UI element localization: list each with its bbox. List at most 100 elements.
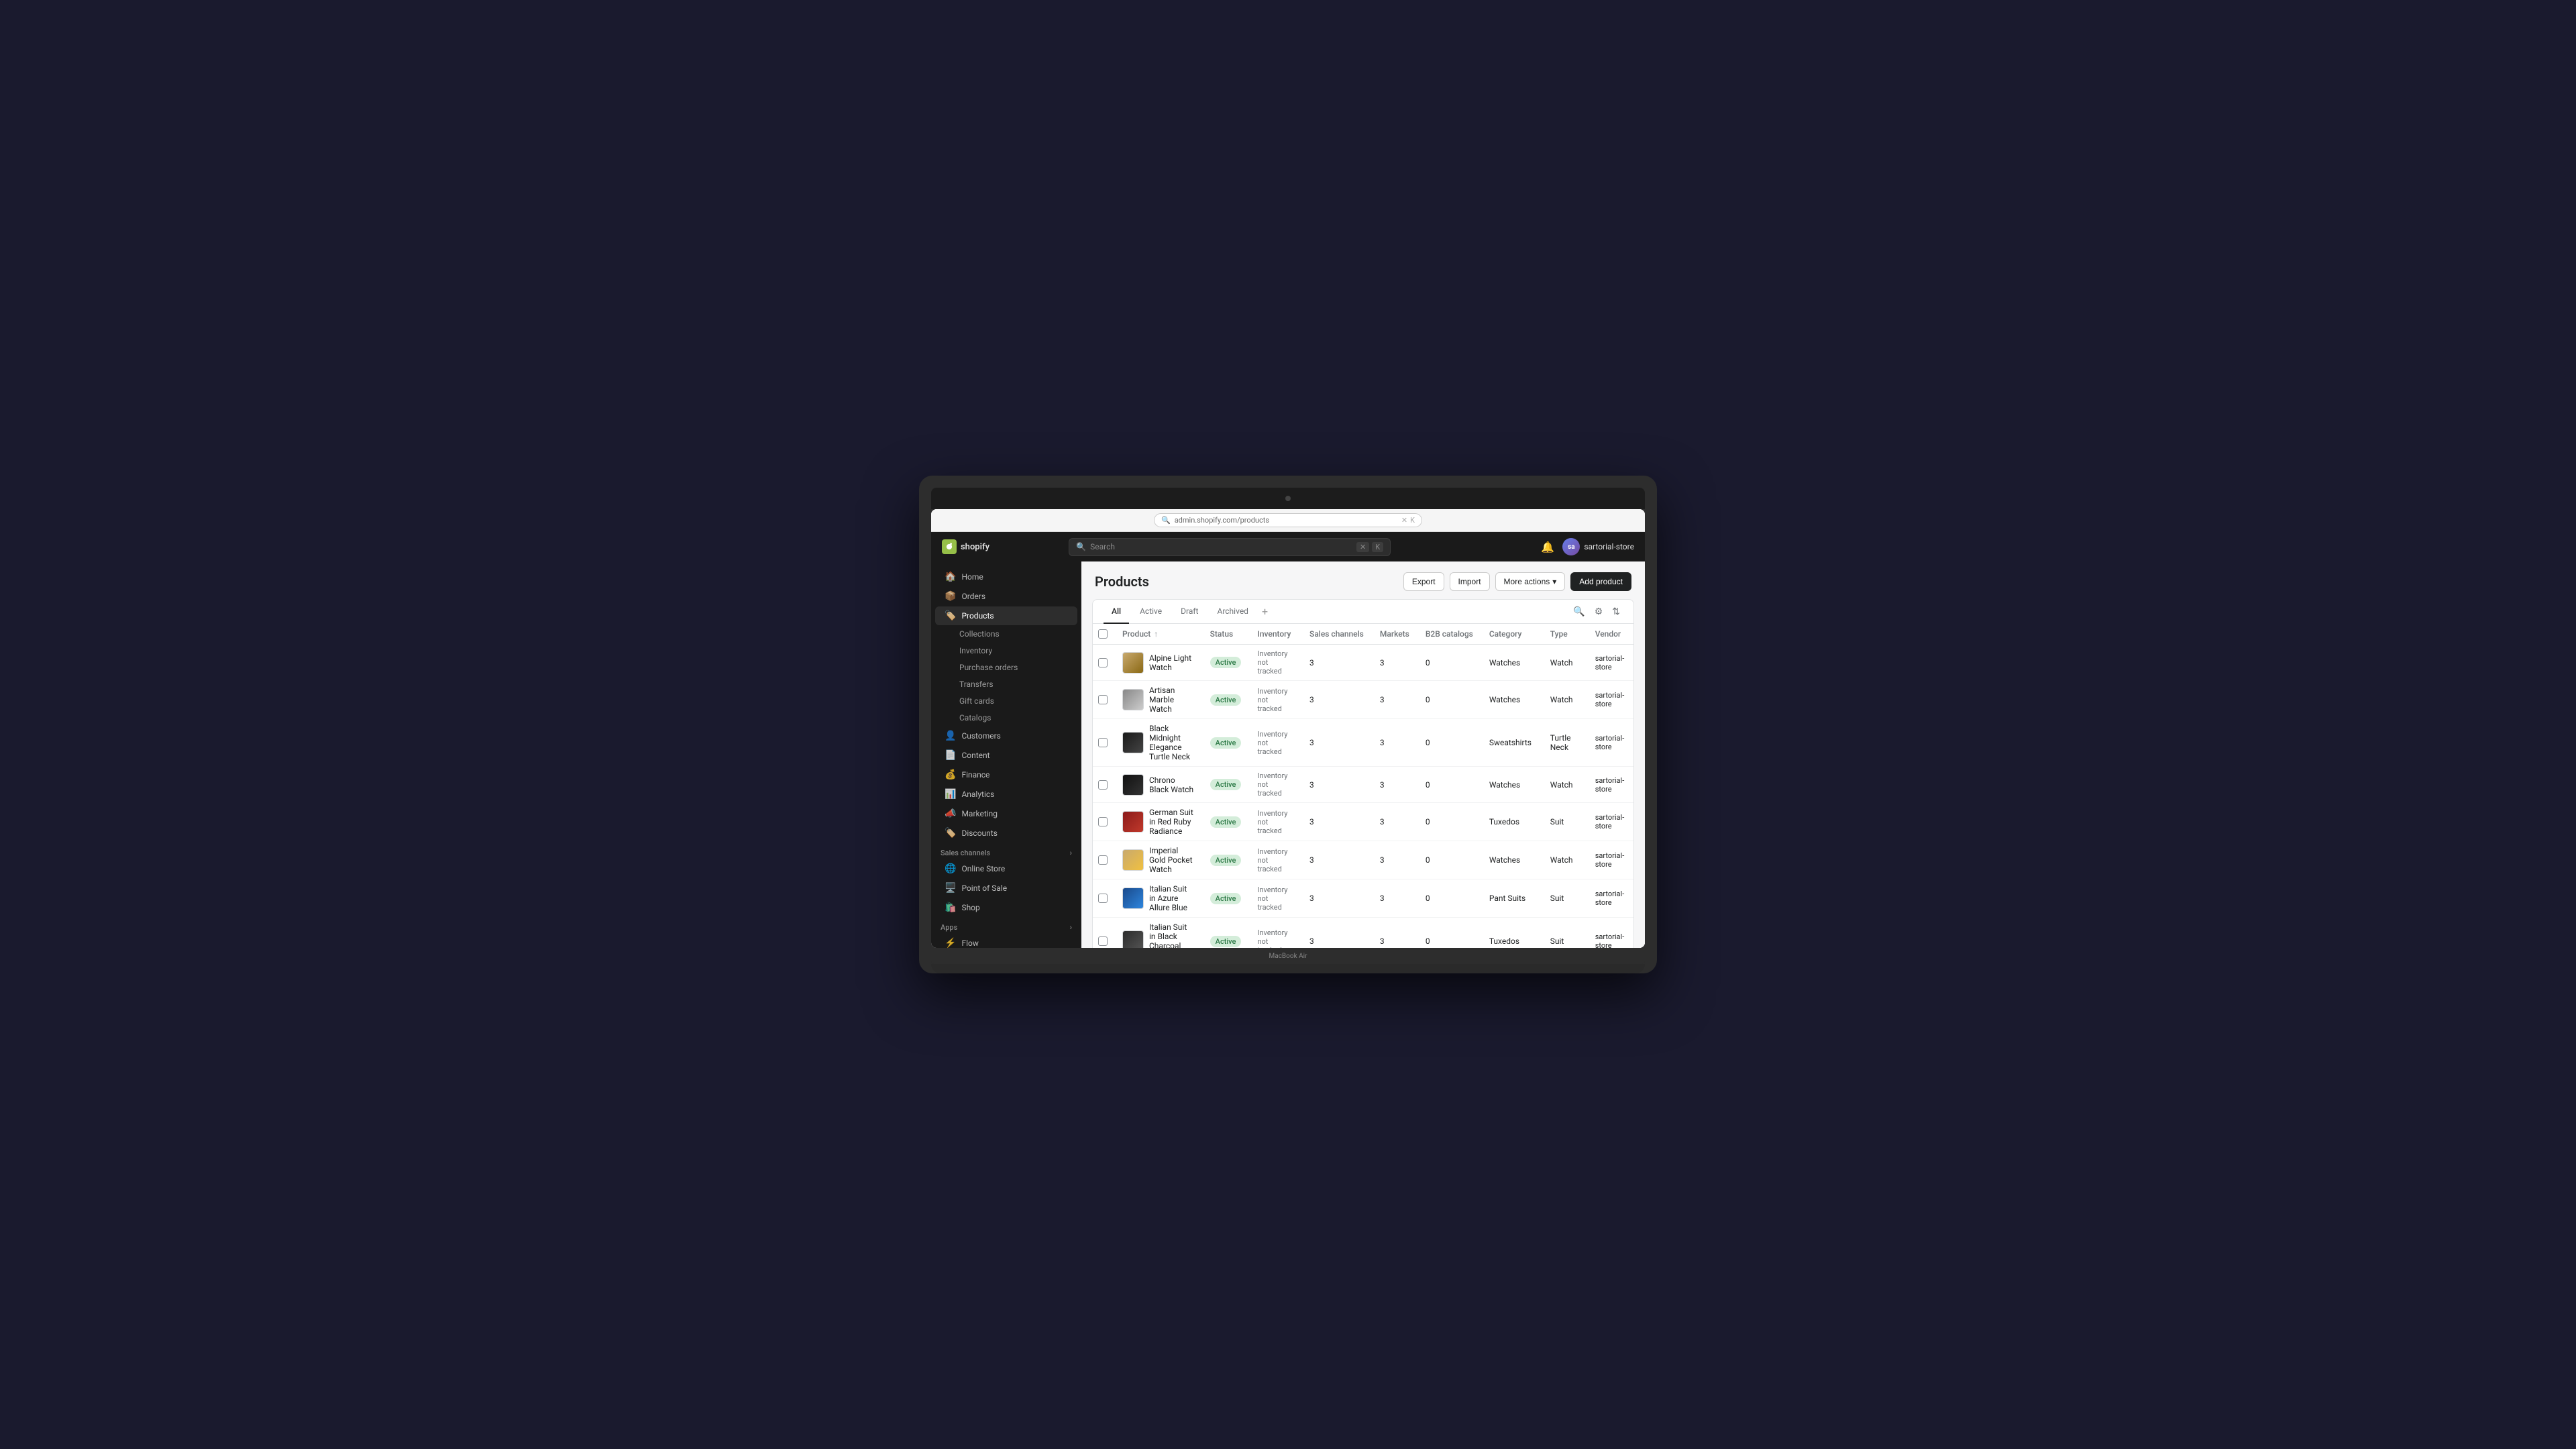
clear-search-icon[interactable]: ✕ [1356,542,1369,552]
select-all-checkbox[interactable] [1098,629,1108,639]
status-cell: Active [1202,918,1250,949]
product-cell[interactable]: Alpine Light Watch [1114,645,1202,681]
search-filter-icon[interactable]: 🔍 [1570,603,1587,620]
sidebar-item-home[interactable]: 🏠 Home [935,568,1077,586]
product-cell[interactable]: Italian Suit in Azure Allure Blue [1114,879,1202,918]
sidebar-item-discounts[interactable]: 🏷️ Discounts [935,824,1077,843]
row-checkbox-cell[interactable] [1093,645,1114,681]
table-row[interactable]: German Suit in Red Ruby Radiance Active … [1093,803,1633,841]
sidebar-item-content[interactable]: 📄 Content [935,746,1077,765]
inventory-cell: Inventory not tracked [1249,645,1301,681]
sidebar-item-flow[interactable]: ⚡ Flow [935,934,1077,948]
sidebar-item-point-of-sale[interactable]: 🖥️ Point of Sale [935,879,1077,898]
notifications-icon[interactable]: 🔔 [1541,541,1554,553]
tab-draft[interactable]: Draft [1173,600,1206,624]
row-checkbox-cell[interactable] [1093,879,1114,918]
laptop-model-label: MacBook Air [931,948,1645,964]
row-checkbox-cell[interactable] [1093,803,1114,841]
table-row[interactable]: Artisan Marble Watch Active Inventory no… [1093,681,1633,719]
product-cell[interactable]: Italian Suit in Black Charcoal Prestige [1114,918,1202,949]
row-checkbox-cell[interactable] [1093,767,1114,803]
sidebar-item-collections[interactable]: Collections [935,626,1077,642]
row-checkbox[interactable] [1098,695,1108,704]
product-col-header[interactable]: Product ↑ [1114,624,1202,645]
add-tab-button[interactable]: + [1259,600,1271,623]
table-row[interactable]: Imperial Gold Pocket Watch Active Invent… [1093,841,1633,879]
row-checkbox-cell[interactable] [1093,719,1114,767]
sidebar-item-shop[interactable]: 🛍️ Shop [935,898,1077,917]
product-cell[interactable]: Chrono Black Watch [1114,767,1202,803]
search-bar[interactable]: 🔍 Search ✕ K [1069,538,1391,556]
b2b-cell: 0 [1417,841,1481,879]
sales-channels-cell: 3 [1301,879,1372,918]
product-thumbnail [1122,689,1144,710]
sidebar-item-online-store[interactable]: 🌐 Online Store [935,859,1077,878]
table-row[interactable]: Black Midnight Elegance Turtle Neck Acti… [1093,719,1633,767]
search-placeholder: Search [1090,542,1115,551]
more-actions-button[interactable]: More actions ▾ [1495,572,1566,591]
vendor-cell: sartorial-store [1587,719,1633,767]
sidebar-item-marketing[interactable]: 📣 Marketing [935,804,1077,823]
sidebar-item-gift-cards[interactable]: Gift cards [935,693,1077,709]
laptop-stand [931,964,1645,973]
product-cell[interactable]: Artisan Marble Watch [1114,681,1202,719]
table-row[interactable]: Italian Suit in Black Charcoal Prestige … [1093,918,1633,949]
export-button[interactable]: Export [1403,572,1444,591]
tab-active[interactable]: Active [1132,600,1170,624]
row-checkbox[interactable] [1098,780,1108,790]
row-checkbox-cell[interactable] [1093,681,1114,719]
product-cell[interactable]: Imperial Gold Pocket Watch [1114,841,1202,879]
sidebar-sub-label: Inventory [959,646,992,655]
filter-icon[interactable]: ⚙ [1592,603,1606,620]
row-checkbox[interactable] [1098,894,1108,903]
product-cell[interactable]: German Suit in Red Ruby Radiance [1114,803,1202,841]
select-all-header[interactable] [1093,624,1114,645]
table-row[interactable]: Alpine Light Watch Active Inventory not … [1093,645,1633,681]
sidebar-item-catalogs[interactable]: Catalogs [935,710,1077,726]
type-cell: Suit [1542,918,1587,949]
row-checkbox-cell[interactable] [1093,918,1114,949]
sidebar-item-transfers[interactable]: Transfers [935,676,1077,692]
row-checkbox-cell[interactable] [1093,841,1114,879]
row-checkbox[interactable] [1098,855,1108,865]
chevron-down-icon: ▾ [1552,577,1556,586]
sidebar-sub-label: Gift cards [959,696,994,706]
browser-chrome: 🔍 admin.shopify.com/products ✕ K [931,509,1645,532]
store-badge[interactable]: sa sartorial-store [1562,538,1634,555]
type-cell: Suit [1542,879,1587,918]
expand-icon[interactable]: › [1070,923,1072,932]
sidebar-item-label: Online Store [961,864,1005,873]
expand-icon[interactable]: › [1070,849,1072,857]
sidebar-item-label: Orders [961,592,985,601]
inventory-cell: Inventory not tracked [1249,841,1301,879]
sidebar-item-analytics[interactable]: 📊 Analytics [935,785,1077,804]
sidebar-item-finance[interactable]: 💰 Finance [935,765,1077,784]
product-thumbnail [1122,811,1144,833]
row-checkbox[interactable] [1098,738,1108,747]
import-button[interactable]: Import [1450,572,1490,591]
sidebar-item-purchase-orders[interactable]: Purchase orders [935,659,1077,676]
tab-archived[interactable]: Archived [1209,600,1256,624]
sales-channels-cell: 3 [1301,645,1372,681]
row-checkbox[interactable] [1098,658,1108,667]
status-cell: Active [1202,803,1250,841]
row-checkbox[interactable] [1098,936,1108,946]
markets-cell: 3 [1372,841,1417,879]
sort-icon[interactable]: ⇅ [1609,603,1623,620]
sidebar-item-customers[interactable]: 👤 Customers [935,727,1077,745]
table-row[interactable]: Italian Suit in Azure Allure Blue Active… [1093,879,1633,918]
add-product-button[interactable]: Add product [1570,572,1631,591]
table-row[interactable]: Chrono Black Watch Active Inventory not … [1093,767,1633,803]
products-icon: 🏷️ [945,610,956,621]
tabs-bar: All Active Draft Archived + 🔍 ⚙ ⇅ [1093,600,1633,624]
sidebar-item-label: Customers [961,731,1000,741]
sidebar-item-products[interactable]: 🏷️ Products [935,606,1077,625]
sidebar-item-orders[interactable]: 📦 Orders [935,587,1077,606]
b2b-col-header: B2B catalogs [1417,624,1481,645]
product-cell[interactable]: Black Midnight Elegance Turtle Neck [1114,719,1202,767]
tab-all[interactable]: All [1104,600,1129,624]
product-name: Italian Suit in Azure Allure Blue [1149,884,1194,912]
marketing-icon: 📣 [945,808,956,819]
row-checkbox[interactable] [1098,817,1108,826]
sidebar-item-inventory[interactable]: Inventory [935,643,1077,659]
